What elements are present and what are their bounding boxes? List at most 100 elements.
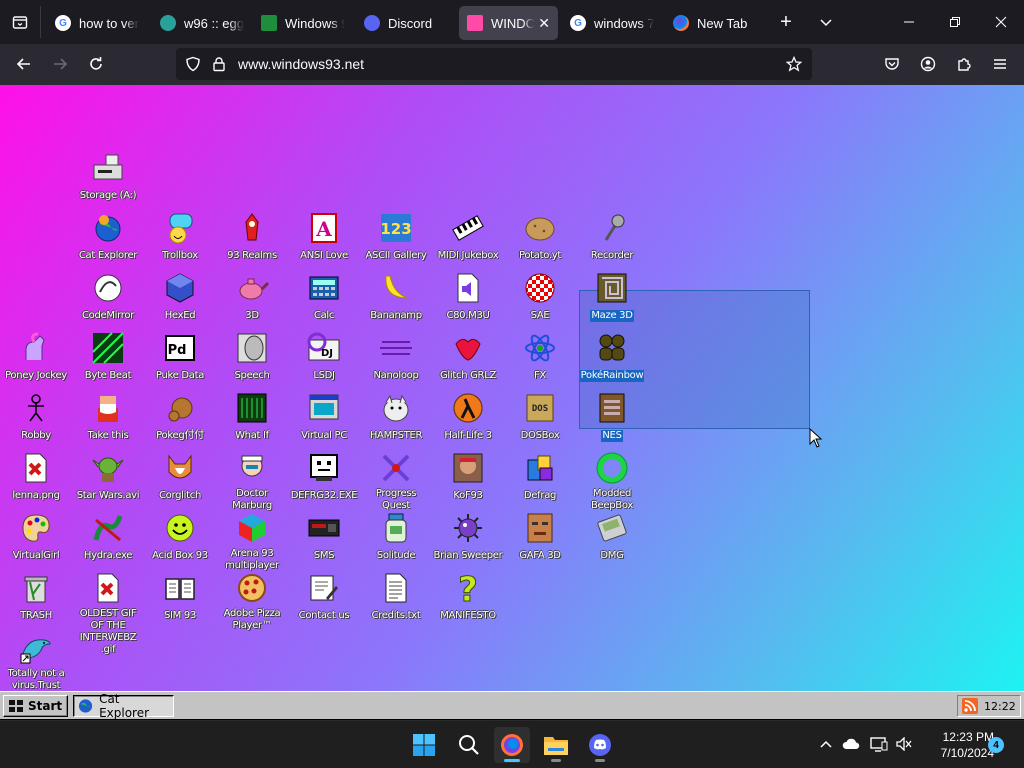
desktop-icon-puke-data[interactable]: Pd Puke Data <box>144 331 216 383</box>
desktop-icon-lenna-png[interactable]: lenna.png <box>0 451 72 503</box>
desktop-icon-take-this[interactable]: Take this <box>72 391 144 443</box>
desktop-icon-solitude[interactable]: Solitude <box>360 511 432 563</box>
tab-google-search[interactable]: G how to veri <box>47 6 147 40</box>
desktop-icon-nanoloop[interactable]: Nanoloop <box>360 331 432 383</box>
star-icon[interactable] <box>786 56 802 72</box>
desktop-icon-pokerainbow[interactable]: PokéRainbow <box>576 331 648 383</box>
desktop-icon-hampster[interactable]: HAMPSTER <box>360 391 432 443</box>
desktop-icon-c80-m3u[interactable]: C80.M3U <box>432 271 504 323</box>
desktop-icon-ascii-gallery[interactable]: 123 ASCII Gallery <box>360 211 432 263</box>
rss-icon[interactable] <box>962 698 978 714</box>
desktop-icon-maze-3d[interactable]: Maze 3D <box>576 271 648 323</box>
desktop-icon-credits[interactable]: Credits.txt <box>360 571 432 623</box>
desktop-icon-speech[interactable]: Speech <box>216 331 288 383</box>
desktop-icon-cat-explorer[interactable]: Cat Explorer <box>72 211 144 263</box>
forward-button[interactable] <box>44 48 76 80</box>
desktop-icon-star-wars[interactable]: Star Wars.avi <box>72 451 144 503</box>
url-bar[interactable]: www.windows93.net <box>176 48 812 80</box>
desktop-icon-trash[interactable]: TRASH <box>0 571 72 623</box>
desktop-icon-acid-box[interactable]: Acid Box 93 <box>144 511 216 563</box>
desktop-icon-93-realms[interactable]: 93 Realms <box>216 211 288 263</box>
speaker-muted-icon[interactable] <box>896 737 912 751</box>
list-all-tabs-button[interactable] <box>803 0 849 44</box>
tab-w96[interactable]: w96 :: egg. <box>152 6 252 40</box>
desktop-icon-half-life-3[interactable]: Half-Life 3 <box>432 391 504 443</box>
desktop-icon-manifesto[interactable]: ? MANIFESTO <box>432 571 504 623</box>
system-clock[interactable]: 12:23 PM 7/10/2024 <box>918 729 994 761</box>
desktop-icon-recorder[interactable]: Recorder <box>576 211 648 263</box>
desktop-icon-adobe-pizza[interactable]: Adobe Pizza Player™ <box>216 571 288 633</box>
pocket-button[interactable] <box>876 48 908 80</box>
desktop-icon-sim-93[interactable]: SIM 93 <box>144 571 216 623</box>
search-button[interactable] <box>451 727 487 763</box>
desktop-icon-potato[interactable]: Potato.yt <box>504 211 576 263</box>
desktop-icon-gafa-3d[interactable]: GAFA 3D <box>504 511 576 563</box>
display-icon[interactable] <box>870 736 888 752</box>
desktop-icon-3d[interactable]: 3D <box>216 271 288 323</box>
desktop-icon-corglitch[interactable]: Corglitch <box>144 451 216 503</box>
cloud-icon[interactable] <box>842 737 860 751</box>
desktop-icon-contact-us[interactable]: Contact us <box>288 571 360 623</box>
desktop-icon-oldest-gif[interactable]: OLDEST GIF OF THE INTERWEBZ .gif <box>72 571 144 657</box>
desktop-icon-robby[interactable]: Robby <box>0 391 72 443</box>
tab-windows93[interactable]: WINDOV ✕ <box>459 6 558 40</box>
desktop-icon-modded-beepbox[interactable]: Modded BeepBox <box>576 451 648 513</box>
desktop-icon-dmg[interactable]: DMG <box>576 511 648 563</box>
taskbar-item-cat-explorer[interactable]: Cat Explorer <box>73 692 174 720</box>
chevron-up-icon[interactable] <box>819 738 833 752</box>
desktop-icon-hexed[interactable]: HexEd <box>144 271 216 323</box>
notification-badge[interactable]: 4 <box>988 737 1004 753</box>
windows93-desktop[interactable]: Storage (A:) Cat Explorer Trollbox 93 Re… <box>0 85 1024 691</box>
back-button[interactable] <box>8 48 40 80</box>
menu-button[interactable] <box>984 48 1016 80</box>
taskbar-discord[interactable] <box>582 727 618 763</box>
start-button[interactable]: Start <box>3 695 68 717</box>
reload-button[interactable] <box>80 48 112 80</box>
desktop-icon-glitch-grlz[interactable]: Glitch GRLZ <box>432 331 504 383</box>
desktop-icon-midi-jukebox[interactable]: MIDI Jukebox <box>432 211 504 263</box>
tab-discord[interactable]: Discord <box>356 6 456 40</box>
taskbar-firefox[interactable] <box>494 727 530 763</box>
desktop-icon-dosbox[interactable]: DOS DOSBox <box>504 391 576 443</box>
tab-google-windows7[interactable]: G windows 7 <box>562 6 662 40</box>
desktop-icon-what-if[interactable]: What If <box>216 391 288 443</box>
desktop-icon-nes[interactable]: NES <box>576 391 648 443</box>
account-button[interactable] <box>912 48 944 80</box>
desktop-icon-progress-quest[interactable]: Progress Quest <box>360 451 432 513</box>
desktop-icon-ansi-love[interactable]: A ANSI Love <box>288 211 360 263</box>
desktop-icon-lsdj[interactable]: DJ LSDJ <box>288 331 360 383</box>
desktop-icon-fx[interactable]: FX <box>504 331 576 383</box>
tab-list-button[interactable] <box>0 0 40 44</box>
desktop-icon-defrg32[interactable]: DEFRG32.EXE <box>288 451 360 503</box>
desktop-icon-codemirror[interactable]: CodeMirror <box>72 271 144 323</box>
close-tab-icon[interactable]: ✕ <box>538 15 550 32</box>
desktop-icon-byte-beat[interactable]: Byte Beat <box>72 331 144 383</box>
restore-button[interactable] <box>932 0 978 44</box>
desktop-icon-poney-jockey[interactable]: Poney Jockey <box>0 331 72 383</box>
close-icon <box>995 16 1007 28</box>
desktop-icon-trollbox[interactable]: Trollbox <box>144 211 216 263</box>
desktop-icon-defrag[interactable]: Defrag <box>504 451 576 503</box>
chevron-down-icon <box>820 19 832 27</box>
close-window-button[interactable] <box>978 0 1024 44</box>
taskbar-file-explorer[interactable] <box>538 727 574 763</box>
desktop-icon-brian-sweeper[interactable]: Brian Sweeper <box>432 511 504 563</box>
desktop-icon-totally-not-a-virus[interactable]: Totally not a virus.Trust <box>0 631 72 691</box>
desktop-icon-bananamp[interactable]: Bananamp <box>360 271 432 323</box>
desktop-icon-hydra[interactable]: Hydra.exe <box>72 511 144 563</box>
desktop-icon-virtual-pc[interactable]: Virtual PC <box>288 391 360 443</box>
tab-windows-sheet[interactable]: Windows 9 <box>253 6 353 40</box>
extensions-button[interactable] <box>948 48 980 80</box>
minimize-button[interactable] <box>886 0 932 44</box>
desktop-icon-kof93[interactable]: KoF93 <box>432 451 504 503</box>
desktop-icon-calc[interactable]: Calc <box>288 271 360 323</box>
desktop-icon-pokegotchi[interactable]: Pokeg付付 <box>144 391 216 443</box>
desktop-icon-sms[interactable]: SMS <box>288 511 360 563</box>
desktop-icon-storage[interactable]: Storage (A:) <box>72 151 144 203</box>
tab-new-tab[interactable]: New Tab <box>665 6 765 40</box>
desktop-icon-virtualgirl[interactable]: VirtualGirl <box>0 511 72 563</box>
desktop-icon-doctor-marburg[interactable]: Doctor Marburg <box>216 451 288 513</box>
desktop-icon-sae[interactable]: SAE <box>504 271 576 323</box>
desktop-icon-arena-93[interactable]: Arena 93 multiplayer <box>216 511 288 573</box>
windows-start-button[interactable] <box>406 727 442 763</box>
